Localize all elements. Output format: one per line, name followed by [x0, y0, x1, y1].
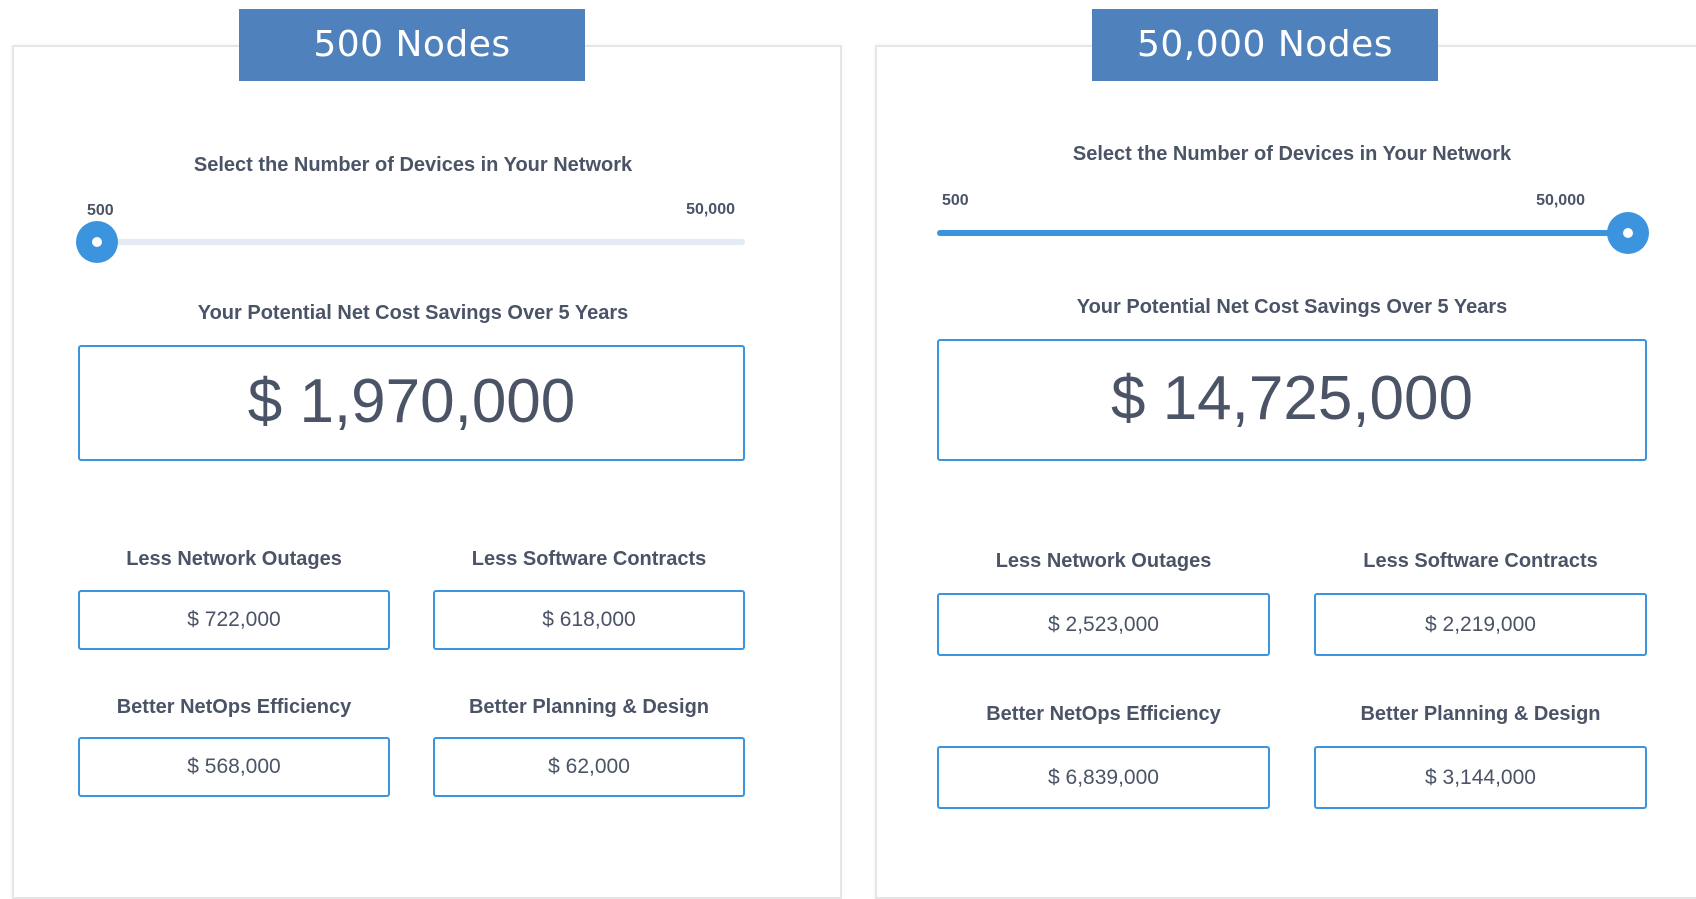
metric-value-software: $ 618,000 — [433, 590, 745, 650]
metric-value-outages: $ 2,523,000 — [937, 593, 1270, 656]
metric-label-netops: Better NetOps Efficiency — [986, 703, 1221, 725]
metric-value-planning: $ 62,000 — [433, 737, 745, 797]
slider-heading: Select the Number of Devices in Your Net… — [1072, 143, 1512, 165]
metric-label-planning: Better Planning & Design — [468, 696, 710, 718]
range-max-label: 50,000 — [1536, 192, 1585, 209]
metric-label-software: Less Software Contracts — [471, 548, 707, 570]
device-slider-track[interactable] — [937, 230, 1647, 236]
device-slider-thumb[interactable] — [1607, 212, 1649, 254]
savings-heading: Your Potential Net Cost Savings Over 5 Y… — [197, 302, 629, 324]
total-savings-field: $ 1,970,000 — [78, 345, 745, 461]
device-slider-track[interactable] — [78, 239, 745, 245]
metric-value-software: $ 2,219,000 — [1314, 593, 1647, 656]
savings-heading: Your Potential Net Cost Savings Over 5 Y… — [1076, 296, 1508, 318]
range-min-label: 500 — [87, 202, 114, 219]
metric-value-netops: $ 6,839,000 — [937, 746, 1270, 809]
metric-label-outages: Less Network Outages — [995, 550, 1212, 572]
metric-value-outages: $ 722,000 — [78, 590, 390, 650]
device-slider-fill — [937, 230, 1647, 236]
metric-label-netops: Better NetOps Efficiency — [116, 696, 352, 718]
total-savings-field: $ 14,725,000 — [937, 339, 1647, 461]
metric-label-software: Less Software Contracts — [1363, 550, 1598, 572]
range-min-label: 500 — [942, 192, 969, 209]
metric-value-netops: $ 568,000 — [78, 737, 390, 797]
range-max-label: 50,000 — [686, 201, 735, 218]
banner-50000-nodes: 50,000 Nodes — [1092, 9, 1438, 81]
metric-label-outages: Less Network Outages — [126, 548, 342, 570]
device-slider-thumb[interactable] — [76, 221, 118, 263]
metric-label-planning: Better Planning & Design — [1360, 703, 1601, 725]
banner-500-nodes: 500 Nodes — [239, 9, 585, 81]
slider-heading: Select the Number of Devices in Your Net… — [193, 154, 633, 176]
metric-value-planning: $ 3,144,000 — [1314, 746, 1647, 809]
